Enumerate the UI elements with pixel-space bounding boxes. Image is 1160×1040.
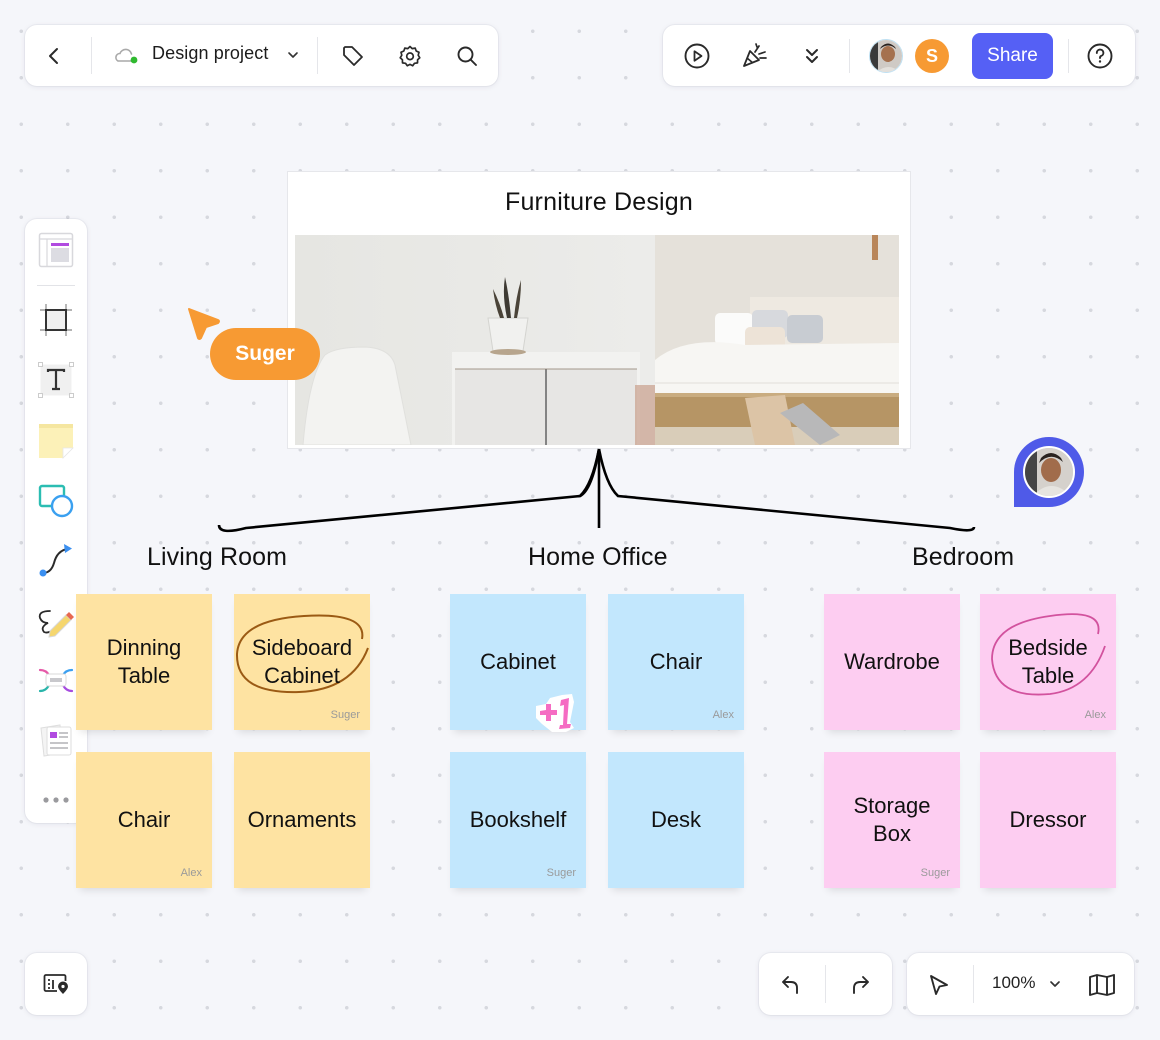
sticky-note-text: Desk [650, 807, 702, 832]
collaborator-avatar [1023, 446, 1075, 498]
sticky-note-author: Alex [712, 709, 734, 721]
sticky-note[interactable]: Dinning Table [76, 594, 212, 730]
map-icon [1089, 974, 1115, 996]
zoom-toolbar: 100% [907, 953, 1134, 1015]
sticky-note-text: Chair [649, 649, 703, 674]
redo-button[interactable] [845, 970, 875, 1000]
sticky-note-text: Wardrobe [844, 649, 940, 674]
zoom-level[interactable]: 100% [992, 973, 1035, 993]
sticky-note-author: Alex [1084, 709, 1106, 721]
sticky-note-text: Sideboard Cabinet [251, 635, 353, 688]
sticky-note[interactable]: Sideboard Cabinet Suger [234, 594, 370, 730]
divider [825, 965, 826, 1003]
connector-bedroom [597, 448, 976, 532]
select-tool-button[interactable] [924, 970, 954, 1000]
sticky-note-text: Dressor [1009, 807, 1087, 832]
section-title-living-room: Living Room [147, 543, 288, 571]
minimap-button[interactable] [1087, 970, 1117, 1000]
sticky-note[interactable]: Dressor [980, 752, 1116, 888]
history-toolbar [759, 953, 892, 1015]
zoom-dropdown[interactable] [1046, 975, 1064, 993]
sticky-note-text: Ornaments [247, 807, 357, 832]
redo-icon [853, 976, 869, 994]
board-outline-icon [43, 974, 68, 994]
cursor-label-suger: Suger [210, 328, 320, 380]
sticky-note[interactable]: Desk [608, 752, 744, 888]
sticky-note[interactable]: Chair Alex [76, 752, 212, 888]
sticky-note[interactable]: Chair Alex [608, 594, 744, 730]
section-title-bedroom: Bedroom [912, 543, 1015, 571]
undo-button[interactable] [776, 970, 806, 1000]
divider [973, 965, 974, 1003]
sticky-note[interactable]: Wardrobe [824, 594, 960, 730]
collaborator-location-pin[interactable] [1014, 437, 1084, 507]
sticky-note[interactable]: Bookshelf Suger [450, 752, 586, 888]
sticky-note-text: Cabinet [480, 649, 556, 674]
sticky-note[interactable]: Storage Box Suger [824, 752, 960, 888]
sticky-note[interactable]: Ornaments [234, 752, 370, 888]
sticky-note-author: Suger [920, 867, 950, 879]
sticky-note-author: Suger [330, 709, 360, 721]
undo-icon [782, 976, 798, 994]
sticky-note-text: Storage Box [853, 793, 931, 846]
section-title-home-office: Home Office [528, 543, 668, 571]
sticky-note[interactable]: Cabinet [450, 594, 586, 732]
sticky-note-author: Alex [180, 867, 202, 879]
sticky-note-text: Dinning Table [106, 635, 182, 688]
sticky-note[interactable]: Bedside Table Alex [980, 594, 1116, 730]
bottom-left-toolbar [25, 953, 87, 1015]
sticky-note-text: Bookshelf [469, 807, 567, 832]
sticky-note-text: Chair [117, 807, 171, 832]
plus-one-sticker-icon [536, 694, 574, 732]
board-outline-button[interactable] [41, 969, 71, 999]
sticky-note-author: Suger [546, 867, 576, 879]
connector-living-room [217, 448, 601, 533]
sticky-note-text: Bedside Table [1008, 635, 1088, 688]
pointer-icon [930, 975, 948, 995]
chevron-down-icon [1050, 981, 1060, 987]
user-photo-icon [1025, 448, 1073, 496]
